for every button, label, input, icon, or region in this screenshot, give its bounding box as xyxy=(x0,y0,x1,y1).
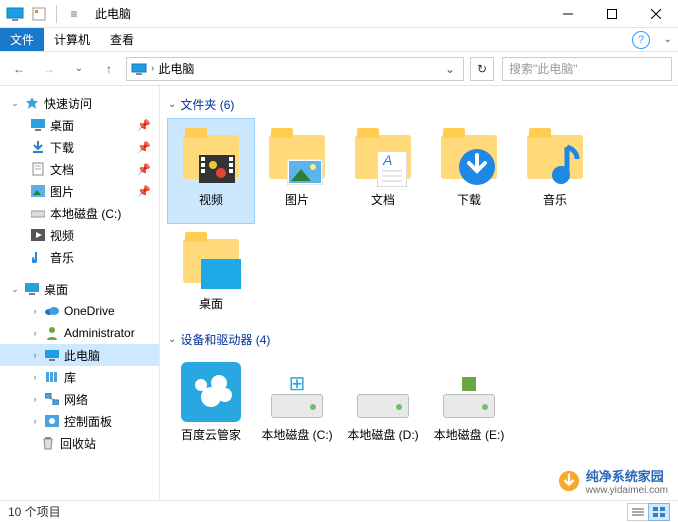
address-bar[interactable]: › 此电脑 ⌄ xyxy=(126,57,464,81)
navbar: ← → ⌄ ↑ › 此电脑 ⌄ ↻ xyxy=(0,52,678,86)
qat-dropdown-icon[interactable]: ≡ xyxy=(63,3,85,25)
download-icon xyxy=(30,139,46,155)
baidu-cloud-icon xyxy=(181,362,241,422)
windows-logo-icon: ⊞ xyxy=(289,371,306,396)
sidebar-item-videos[interactable]: 视频 xyxy=(0,224,159,246)
sidebar-desktop-group[interactable]: ⌄ 桌面 xyxy=(0,278,159,300)
drive-baidu[interactable]: 百度云管家 xyxy=(168,354,254,458)
content-area: ⌄ 文件夹 (6) 视频 图片 A 文档 下载 音乐 xyxy=(160,86,678,500)
status-text: 10 个项目 xyxy=(8,503,61,520)
drive-c[interactable]: ⊞ 本地磁盘 (C:) xyxy=(254,354,340,458)
folder-videos[interactable]: 视频 xyxy=(168,119,254,223)
tab-view[interactable]: 查看 xyxy=(100,28,144,51)
drives-grid: 百度云管家 ⊞ 本地磁盘 (C:) 本地磁盘 (D:) 本地磁盘 (E:) xyxy=(168,354,670,458)
folder-music[interactable]: 音乐 xyxy=(512,119,598,223)
view-details-button[interactable] xyxy=(627,503,649,521)
view-icons-button[interactable] xyxy=(648,503,670,521)
up-button[interactable]: ↑ xyxy=(96,56,122,82)
pin-icon: 📌 xyxy=(137,119,151,132)
tab-file[interactable]: 文件 xyxy=(0,28,44,51)
chevron-right-icon[interactable]: › xyxy=(30,416,40,426)
this-pc-crumb-icon xyxy=(131,62,147,76)
status-bar: 10 个项目 xyxy=(0,500,678,522)
search-box[interactable] xyxy=(502,57,672,81)
chevron-down-icon[interactable]: ⌄ xyxy=(168,99,176,110)
drive-icon xyxy=(30,205,46,221)
sidebar-item-downloads[interactable]: 下载📌 xyxy=(0,136,159,158)
sidebar: ⌄ 快速访问 桌面📌 下载📌 文档📌 图片📌 本地磁盘 (C:) 视频 音乐 ⌄… xyxy=(0,86,160,500)
address-dropdown-icon[interactable]: ⌄ xyxy=(441,62,459,76)
sidebar-item-network[interactable]: ›网络 xyxy=(0,388,159,410)
svg-text:A: A xyxy=(382,152,392,168)
sidebar-item-onedrive[interactable]: ›OneDrive xyxy=(0,300,159,322)
watermark: 纯净系统家园 www.yidaimei.com xyxy=(558,466,668,496)
sidebar-item-libraries[interactable]: ›库 xyxy=(0,366,159,388)
forward-button[interactable]: → xyxy=(36,56,62,82)
chevron-right-icon[interactable]: › xyxy=(30,394,40,404)
this-pc-icon[interactable] xyxy=(4,3,26,25)
folders-grid: 视频 图片 A 文档 下载 音乐 桌面 xyxy=(168,119,670,327)
music-icon xyxy=(30,249,46,265)
ribbon-expand-icon[interactable]: ⌄ xyxy=(664,34,672,45)
chevron-right-icon[interactable]: › xyxy=(151,63,154,74)
sidebar-item-music[interactable]: 音乐 xyxy=(0,246,159,268)
chevron-right-icon[interactable]: › xyxy=(30,372,40,382)
pin-icon: 📌 xyxy=(137,141,151,154)
chevron-down-icon[interactable]: ⌄ xyxy=(168,334,176,345)
sidebar-item-desktop[interactable]: 桌面📌 xyxy=(0,114,159,136)
maximize-button[interactable] xyxy=(590,0,634,28)
sidebar-item-pictures[interactable]: 图片📌 xyxy=(0,180,159,202)
close-button[interactable] xyxy=(634,0,678,28)
sidebar-item-label: 快速访问 xyxy=(44,95,92,112)
pin-icon: 📌 xyxy=(137,185,151,198)
desktop-icon xyxy=(30,117,46,133)
quick-access-properties-icon[interactable] xyxy=(28,3,50,25)
titlebar: ≡ 此电脑 xyxy=(0,0,678,28)
watermark-logo-icon xyxy=(558,470,580,492)
section-folders[interactable]: ⌄ 文件夹 (6) xyxy=(168,96,670,113)
tab-computer[interactable]: 计算机 xyxy=(44,28,100,51)
section-drives[interactable]: ⌄ 设备和驱动器 (4) xyxy=(168,331,670,348)
refresh-button[interactable]: ↻ xyxy=(470,57,494,81)
folder-downloads[interactable]: 下载 xyxy=(426,119,512,223)
document-icon xyxy=(30,161,46,177)
help-button[interactable]: ? xyxy=(632,31,650,49)
drive-d[interactable]: 本地磁盘 (D:) xyxy=(340,354,426,458)
network-icon xyxy=(44,391,60,407)
sidebar-quick-access[interactable]: ⌄ 快速访问 xyxy=(0,92,159,114)
control-panel-icon xyxy=(44,413,60,429)
star-icon xyxy=(24,95,40,111)
drive-e[interactable]: 本地磁盘 (E:) xyxy=(426,354,512,458)
back-button[interactable]: ← xyxy=(6,56,32,82)
window-title: 此电脑 xyxy=(95,5,131,22)
onedrive-icon xyxy=(44,303,60,319)
desktop-icon xyxy=(24,281,40,297)
sidebar-item-documents[interactable]: 文档📌 xyxy=(0,158,159,180)
chevron-down-icon[interactable]: ⌄ xyxy=(10,284,20,295)
folder-pictures[interactable]: 图片 xyxy=(254,119,340,223)
chevron-down-icon[interactable]: ⌄ xyxy=(10,98,20,109)
pin-icon: 📌 xyxy=(137,163,151,176)
search-input[interactable] xyxy=(509,62,665,76)
breadcrumb-thispc[interactable]: 此电脑 xyxy=(158,60,194,77)
sidebar-item-recycle-bin[interactable]: 回收站 xyxy=(0,432,159,454)
picture-icon xyxy=(30,183,46,199)
chevron-right-icon[interactable]: › xyxy=(30,350,40,360)
video-icon xyxy=(30,227,46,243)
this-pc-icon xyxy=(44,347,60,363)
library-icon xyxy=(44,369,60,385)
ribbon-tabs: 文件 计算机 查看 ? ⌄ xyxy=(0,28,678,52)
chevron-right-icon[interactable]: › xyxy=(30,328,40,338)
sidebar-item-control-panel[interactable]: ›控制面板 xyxy=(0,410,159,432)
sidebar-item-drive-c[interactable]: 本地磁盘 (C:) xyxy=(0,202,159,224)
chevron-right-icon[interactable]: › xyxy=(30,306,40,316)
minimize-button[interactable] xyxy=(546,0,590,28)
sidebar-item-administrator[interactable]: ›Administrator xyxy=(0,322,159,344)
folder-documents[interactable]: A 文档 xyxy=(340,119,426,223)
recent-dropdown-icon[interactable]: ⌄ xyxy=(66,56,92,82)
folder-desktop[interactable]: 桌面 xyxy=(168,223,254,327)
recycle-bin-icon xyxy=(40,435,56,451)
user-icon xyxy=(44,325,60,341)
sidebar-item-thispc[interactable]: ›此电脑 xyxy=(0,344,159,366)
